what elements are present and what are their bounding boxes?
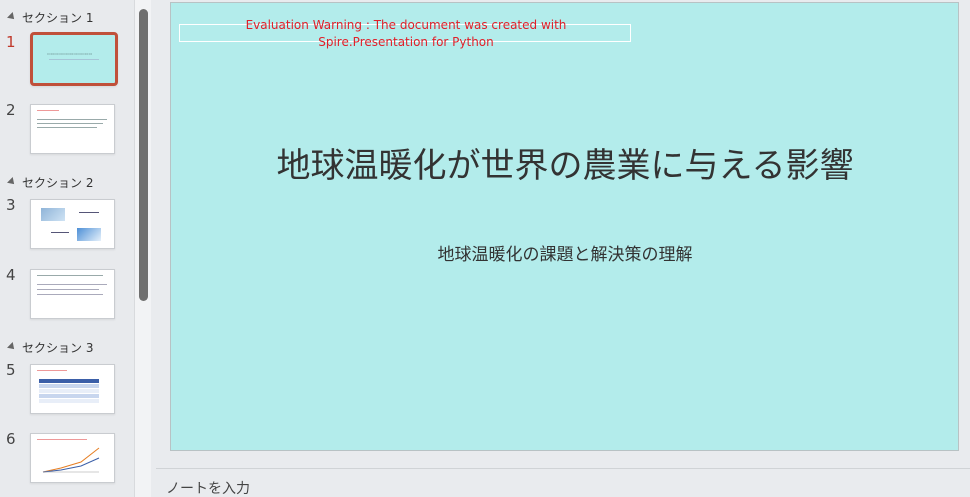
slide-thumbnail-panel: セクション 1 1 ▭▭▭▭▭▭▭▭▭▭▭▭ 2 セクション 2 3 4 セクシ… [0, 0, 134, 497]
section-label: セクション 3 [22, 340, 94, 355]
slide-thumbnail-4[interactable] [30, 269, 115, 319]
thumb-line [37, 127, 97, 128]
slide-number: 4 [6, 266, 16, 284]
thumb-image [77, 228, 101, 241]
slide-thumbnail-2[interactable] [30, 104, 115, 154]
thumb-table-row [39, 384, 99, 388]
thumb-line [37, 289, 99, 290]
slide-thumbnail-5[interactable] [30, 364, 115, 414]
slide-thumbnail-3[interactable] [30, 199, 115, 249]
thumb-line [37, 284, 107, 285]
thumb-line [37, 123, 103, 124]
slide-thumbnail-1[interactable]: ▭▭▭▭▭▭▭▭▭▭▭▭ [30, 32, 118, 86]
thumb-table-row [39, 399, 99, 403]
section-label: セクション 2 [22, 175, 94, 190]
thumb-line [37, 370, 67, 371]
thumb-title: ▭▭▭▭▭▭▭▭▭▭▭▭ [47, 51, 93, 56]
thumb-line [37, 119, 107, 120]
thumb-line [37, 110, 59, 111]
thumb-chart-icon [42, 447, 100, 473]
collapse-triangle-icon[interactable] [7, 12, 17, 22]
thumb-table-row [39, 379, 99, 383]
collapse-triangle-icon[interactable] [7, 342, 17, 352]
thumb-line [37, 294, 103, 295]
thumb-line [79, 212, 99, 213]
slide-number: 6 [6, 430, 16, 448]
thumb-table-row [39, 394, 99, 398]
thumbnail-scrollbar[interactable] [134, 0, 151, 497]
notes-placeholder: ノートを入力 [166, 481, 250, 497]
thumb-line [37, 275, 103, 276]
thumb-table-row [39, 389, 99, 393]
thumb-image [41, 208, 65, 221]
thumb-table [39, 379, 99, 404]
evaluation-warning: Evaluation Warning : The document was cr… [245, 18, 567, 49]
current-slide[interactable]: Evaluation Warning : The document was cr… [170, 2, 959, 451]
section-label: セクション 1 [22, 10, 94, 25]
notes-pane[interactable]: ノートを入力 [156, 468, 970, 497]
slide-title[interactable]: 地球温暖化が世界の農業に与える影響 [231, 145, 899, 187]
scrollbar-thumb[interactable] [139, 9, 148, 301]
section-header-2[interactable]: セクション 2 [7, 174, 94, 190]
slide-thumbnail-6[interactable] [30, 433, 115, 483]
thumb-line [37, 439, 87, 440]
thumb-line [49, 59, 99, 60]
slide-number: 2 [6, 101, 16, 119]
collapse-triangle-icon[interactable] [7, 177, 17, 187]
thumb-line [51, 232, 69, 233]
slide-number: 3 [6, 196, 16, 214]
slide-editor: Evaluation Warning : The document was cr… [152, 0, 970, 467]
slide-subtitle[interactable]: 地球温暖化の課題と解決策の理解 [231, 240, 899, 265]
slide-number: 5 [6, 361, 16, 379]
section-header-1[interactable]: セクション 1 [7, 9, 94, 25]
section-header-3[interactable]: セクション 3 [7, 339, 94, 355]
slide-number: 1 [6, 33, 16, 51]
